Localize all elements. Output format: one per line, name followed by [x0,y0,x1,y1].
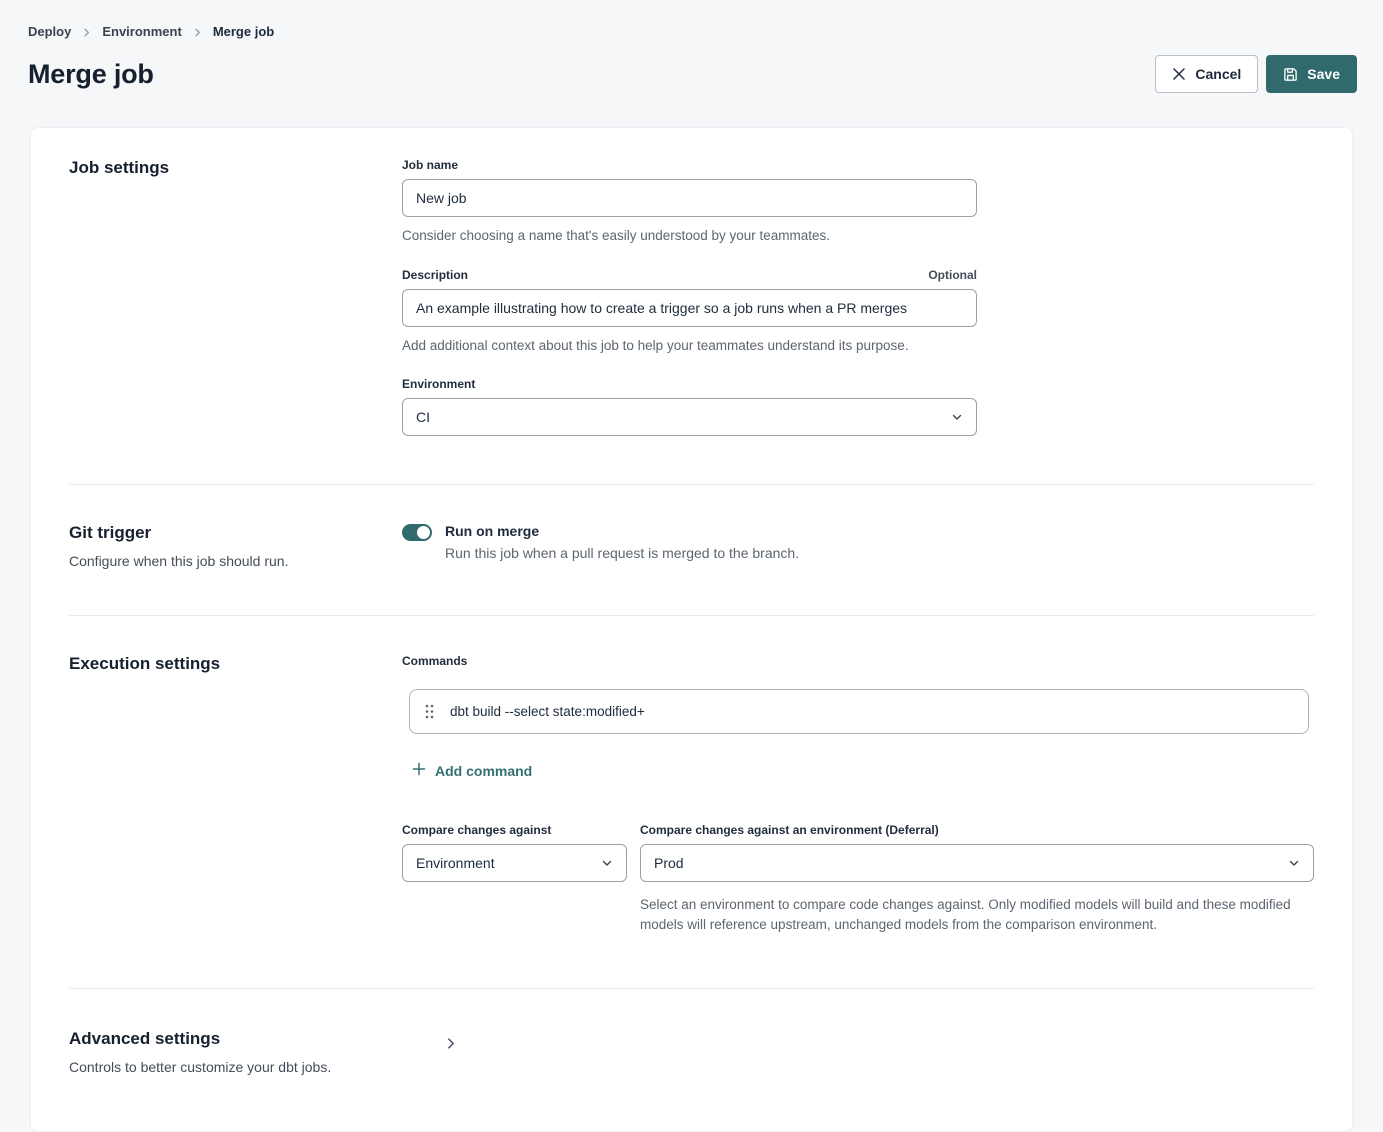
job-settings-left: Job settings [69,158,402,436]
run-on-merge-label: Run on merge [445,523,799,539]
job-name-label: Job name [402,158,458,172]
topbar: Deploy Environment Merge job Merge job C… [0,0,1383,93]
advanced-settings-heading: Advanced settings [69,1029,402,1049]
git-trigger-heading: Git trigger [69,523,402,543]
run-on-merge-toggle[interactable] [402,524,432,541]
advanced-settings-wrap[interactable]: Advanced settings Controls to better cus… [69,1029,457,1075]
job-settings-form: Job name Consider choosing a name that's… [402,158,1314,436]
job-settings-heading: Job settings [69,158,402,178]
chevron-right-separator-icon [192,27,203,38]
environment-label: Environment [402,377,475,391]
commands-label: Commands [402,654,1314,668]
compare-changes-select-value: Environment [416,855,495,871]
breadcrumb-deploy[interactable]: Deploy [28,24,71,39]
deferral-field-group: Compare changes against an environment (… [640,823,1314,936]
add-command-label: Add command [435,763,532,779]
job-settings-section: Job settings Job name Consider choosing … [31,128,1352,484]
deferral-select[interactable]: Prod [640,844,1314,882]
cancel-button-label: Cancel [1195,66,1241,82]
compare-row: Compare changes against Environment Comp… [402,823,1314,936]
chevron-right-separator-icon [81,27,92,38]
execution-settings-section: Execution settings Commands dbt build --… [31,616,1352,988]
cancel-button[interactable]: Cancel [1155,55,1258,93]
git-trigger-left: Git trigger Configure when this job shou… [69,523,402,569]
save-icon [1283,67,1298,82]
deferral-label: Compare changes against an environment (… [640,823,939,837]
environment-select[interactable]: CI [402,398,977,436]
close-icon [1172,67,1186,81]
description-label: Description [402,268,468,282]
execution-settings-content: Commands dbt build --select state:modifi… [402,654,1314,936]
job-form-card: Job settings Job name Consider choosing … [30,127,1353,1132]
compare-changes-field-group: Compare changes against Environment [402,823,627,936]
advanced-settings-subtitle: Controls to better customize your dbt jo… [69,1059,402,1075]
advanced-settings-left: Advanced settings Controls to better cus… [69,1029,402,1075]
add-command-button[interactable]: Add command [412,762,532,779]
compare-changes-select[interactable]: Environment [402,844,627,882]
job-name-input[interactable] [402,179,977,217]
command-row[interactable]: dbt build --select state:modified+ [409,689,1309,734]
description-optional-tag: Optional [928,268,977,282]
run-on-merge-row: Run on merge Run this job when a pull re… [402,523,1314,561]
save-button[interactable]: Save [1266,55,1357,93]
page: Deploy Environment Merge job Merge job C… [0,0,1383,1132]
toggle-knob [417,526,430,539]
environment-select-value: CI [416,409,430,425]
drag-handle-icon[interactable] [425,704,434,719]
job-name-helper: Consider choosing a name that's easily u… [402,226,977,246]
run-on-merge-text: Run on merge Run this job when a pull re… [445,523,799,561]
description-input[interactable] [402,289,977,327]
run-on-merge-description: Run this job when a pull request is merg… [445,545,799,561]
save-button-label: Save [1307,66,1340,82]
environment-field-group: Environment CI [402,377,977,436]
page-title: Merge job [28,59,154,90]
header-actions: Cancel Save [1155,55,1357,93]
command-text: dbt build --select state:modified+ [450,704,645,719]
advanced-settings-section: Advanced settings Controls to better cus… [31,989,1352,1131]
breadcrumb-merge-job: Merge job [213,24,274,39]
deferral-helper: Select an environment to compare code ch… [640,895,1302,936]
description-helper: Add additional context about this job to… [402,336,977,356]
description-field-group: Description Optional Add additional cont… [402,268,977,356]
plus-icon [412,762,426,779]
git-trigger-subtitle: Configure when this job should run. [69,553,402,569]
execution-settings-left: Execution settings [69,654,402,936]
breadcrumb: Deploy Environment Merge job [28,24,1357,39]
deferral-select-value: Prod [654,855,684,871]
job-name-field-group: Job name Consider choosing a name that's… [402,158,977,246]
chevron-down-icon [601,857,613,869]
chevron-down-icon [1288,857,1300,869]
compare-changes-label: Compare changes against [402,823,551,837]
execution-settings-heading: Execution settings [69,654,402,674]
chevron-right-icon[interactable] [444,1037,457,1050]
git-trigger-content: Run on merge Run this job when a pull re… [402,523,1314,569]
title-row: Merge job Cancel Save [28,55,1357,93]
git-trigger-section: Git trigger Configure when this job shou… [31,485,1352,615]
chevron-down-icon [951,411,963,423]
breadcrumb-environment[interactable]: Environment [102,24,181,39]
